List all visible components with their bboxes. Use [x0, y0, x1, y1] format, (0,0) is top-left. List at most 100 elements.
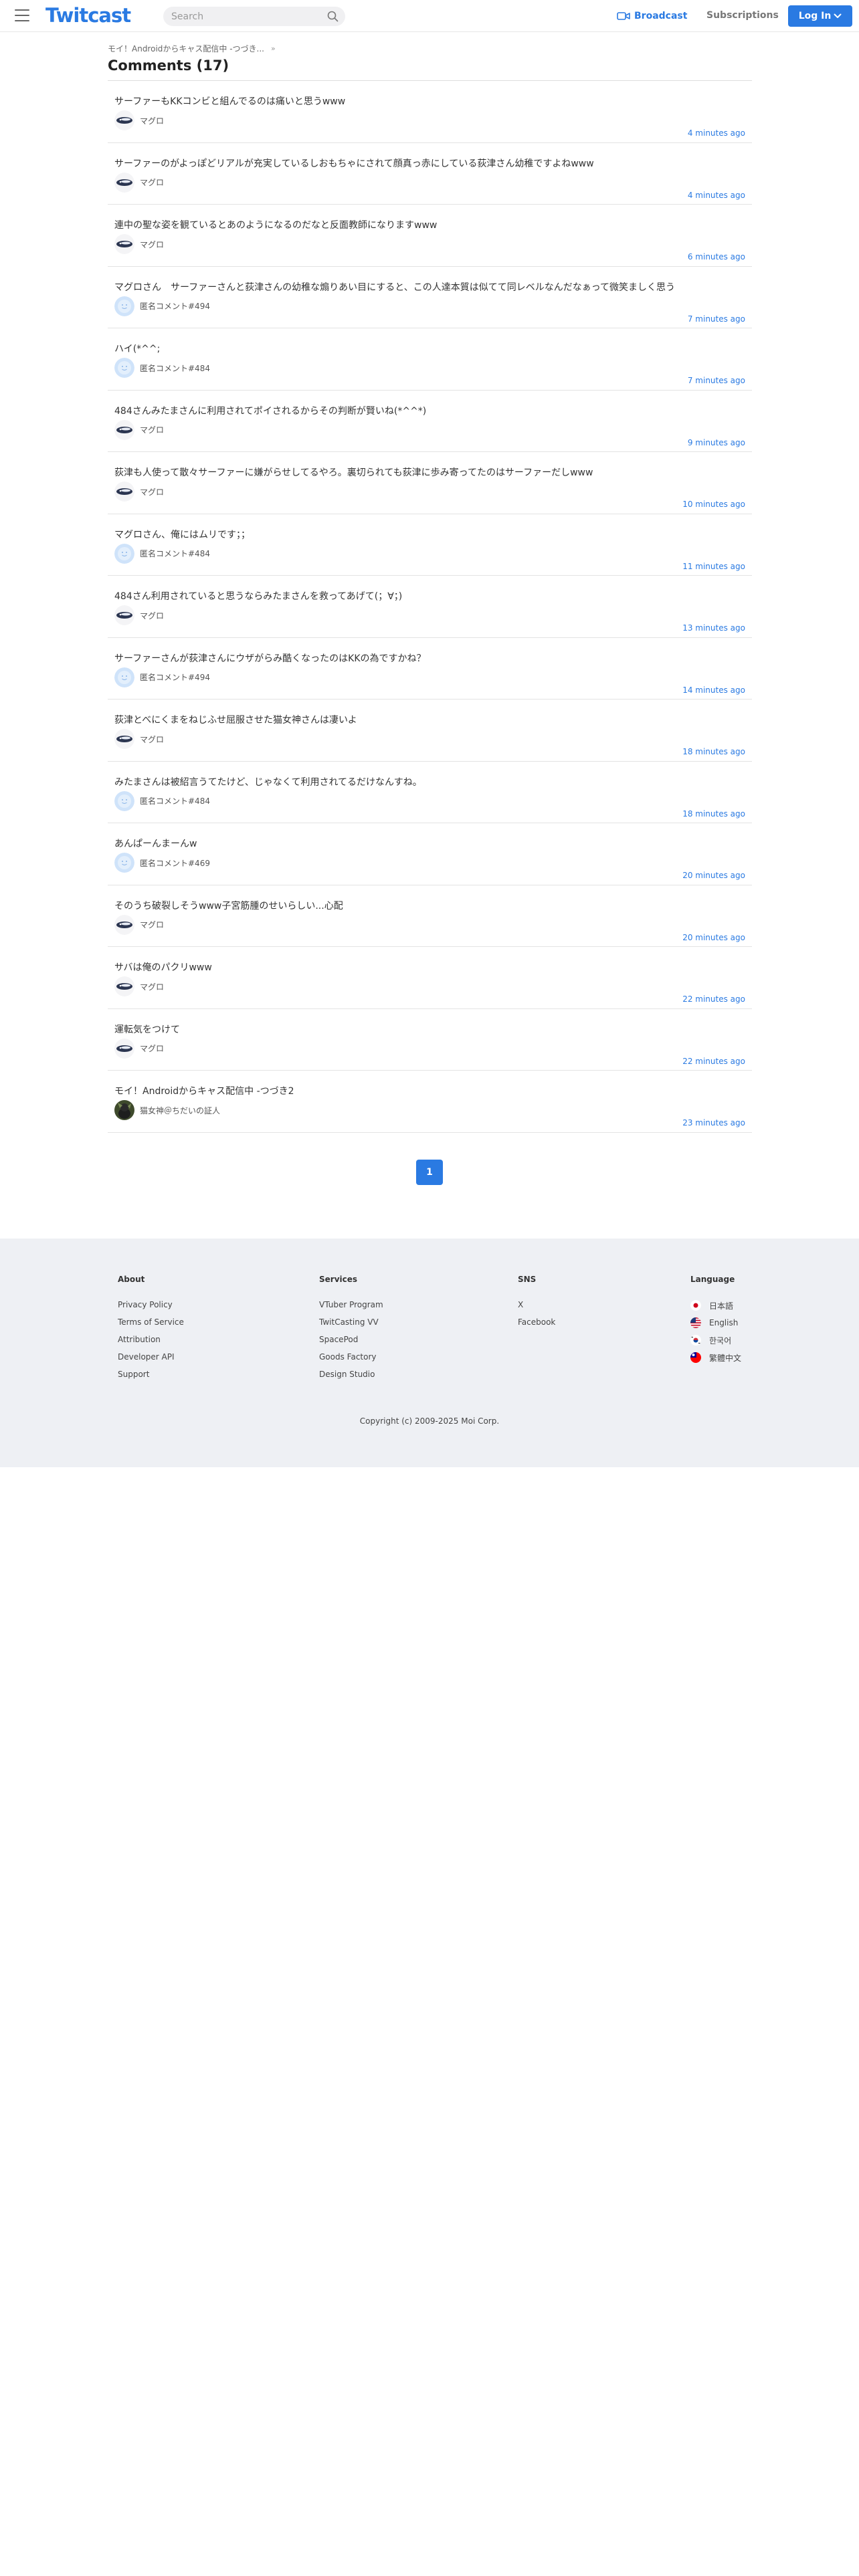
comment-timestamp[interactable]: 9 minutes ago [688, 438, 745, 447]
avatar[interactable] [114, 110, 134, 130]
footer-link-x[interactable]: X [518, 1300, 555, 1311]
comment-timestamp[interactable]: 4 minutes ago [688, 128, 745, 138]
comment-item: モイ！Androidからキャス配信中 -つづき2 猫女神＠ちだいの証人 23 min… [108, 1071, 752, 1133]
footer-language: Language 日本語 English 한국어 繁體中文 [690, 1275, 741, 1370]
avatar[interactable] [114, 296, 134, 316]
comment-user[interactable]: 匿名コメント#469 [114, 853, 210, 873]
avatar[interactable] [114, 605, 134, 625]
comment-user[interactable]: マグロ [114, 1038, 164, 1059]
comment-item: そのうち破裂しそうwww子宮筋腫のせいらしい...心配 マグロ 20 minutes… [108, 885, 752, 947]
comment-timestamp[interactable]: 6 minutes ago [688, 252, 745, 261]
footer-link[interactable]: Goods Factory [319, 1352, 383, 1363]
user-name[interactable]: 匿名コメント#484 [140, 362, 210, 374]
user-name[interactable]: マグロ [140, 115, 164, 126]
comment-timestamp[interactable]: 23 minutes ago [682, 1118, 745, 1128]
comment-user[interactable]: マグロ [114, 481, 164, 502]
footer-link[interactable]: Privacy Policy [118, 1300, 184, 1311]
comment-timestamp[interactable]: 20 minutes ago [682, 933, 745, 942]
comment-user[interactable]: マグロ [114, 729, 164, 749]
comment-user[interactable]: 匿名コメント#494 [114, 296, 210, 316]
footer-link[interactable]: Terms of Service [118, 1317, 184, 1328]
search-input[interactable] [171, 11, 318, 23]
avatar[interactable] [114, 667, 134, 687]
comment-text: 荻津とべにくまをねじふせ屈服させた猫女神さんは凄いよ [114, 715, 357, 726]
user-name[interactable]: 匿名コメント#494 [140, 671, 210, 683]
language-option-en[interactable]: English [690, 1317, 741, 1328]
avatar[interactable] [114, 358, 134, 378]
avatar[interactable] [114, 853, 134, 873]
comment-user[interactable]: 匿名コメント#494 [114, 667, 210, 687]
avatar[interactable] [114, 234, 134, 254]
comment-timestamp[interactable]: 14 minutes ago [682, 685, 745, 695]
comment-timestamp[interactable]: 22 minutes ago [682, 994, 745, 1004]
footer-link[interactable]: Design Studio [319, 1370, 383, 1380]
comment-user[interactable]: 匿名コメント#484 [114, 358, 210, 378]
comment-timestamp[interactable]: 18 minutes ago [682, 747, 745, 756]
comment-timestamp[interactable]: 4 minutes ago [688, 191, 745, 200]
language-option-ja[interactable]: 日本語 [690, 1300, 741, 1311]
comment-timestamp[interactable]: 22 minutes ago [682, 1057, 745, 1066]
user-name[interactable]: マグロ [140, 610, 164, 621]
comment-timestamp[interactable]: 7 minutes ago [688, 314, 745, 324]
avatar[interactable] [114, 1038, 134, 1059]
footer-link[interactable]: VTuber Program [319, 1300, 383, 1311]
user-name[interactable]: マグロ [140, 239, 164, 250]
breadcrumb-link[interactable]: モイ！Androidからキャス配信中 -つづき... [108, 43, 264, 54]
comment-user[interactable]: マグロ [114, 419, 164, 440]
avatar[interactable] [114, 790, 134, 811]
user-name[interactable]: 匿名コメント#494 [140, 300, 210, 312]
comment-user[interactable]: マグロ [114, 976, 164, 996]
footer-link[interactable]: Attribution [118, 1335, 184, 1346]
comment-user[interactable]: マグロ [114, 110, 164, 130]
comment-timestamp[interactable]: 11 minutes ago [682, 562, 745, 571]
user-name[interactable]: マグロ [140, 919, 164, 930]
footer-link[interactable]: TwitCasting VV [319, 1317, 383, 1328]
user-name[interactable]: マグロ [140, 177, 164, 188]
avatar[interactable] [114, 481, 134, 502]
comment-timestamp[interactable]: 18 minutes ago [682, 809, 745, 819]
comment-user[interactable]: 匿名コメント#484 [114, 543, 210, 564]
comment-timestamp[interactable]: 13 minutes ago [682, 623, 745, 633]
search-icon[interactable] [327, 11, 339, 22]
comment-timestamp[interactable]: 7 minutes ago [688, 376, 745, 385]
language-option-zh-tw[interactable]: 繁體中文 [690, 1352, 741, 1363]
user-name[interactable]: 匿名コメント#484 [140, 795, 210, 807]
user-name[interactable]: マグロ [140, 981, 164, 992]
user-name[interactable]: 匿名コメント#484 [140, 548, 210, 559]
user-name[interactable]: マグロ [140, 734, 164, 745]
avatar[interactable] [114, 976, 134, 996]
comment-timestamp[interactable]: 20 minutes ago [682, 871, 745, 880]
avatar[interactable] [114, 1100, 134, 1120]
user-name[interactable]: 匿名コメント#469 [140, 857, 210, 869]
footer-link-facebook[interactable]: Facebook [518, 1317, 555, 1328]
login-button[interactable]: Log In [788, 5, 852, 27]
comment-user[interactable]: マグロ [114, 172, 164, 193]
comment-user[interactable]: 猫女神＠ちだいの証人 [114, 1100, 220, 1120]
logo[interactable]: Twitcast [45, 4, 131, 27]
language-option-ko[interactable]: 한국어 [690, 1335, 741, 1346]
avatar[interactable] [114, 172, 134, 193]
subscriptions-link[interactable]: Subscriptions [706, 10, 779, 21]
footer-link[interactable]: Developer API [118, 1352, 184, 1363]
footer-link[interactable]: Support [118, 1370, 184, 1380]
broadcast-button[interactable]: Broadcast [617, 9, 687, 23]
user-name[interactable]: 猫女神＠ちだいの証人 [140, 1105, 220, 1116]
avatar[interactable] [114, 914, 134, 935]
user-name[interactable]: マグロ [140, 1043, 164, 1054]
menu-icon[interactable] [15, 9, 29, 21]
comment-user[interactable]: 匿名コメント#484 [114, 790, 210, 811]
page-1-button[interactable]: 1 [416, 1160, 443, 1185]
comment-user[interactable]: マグロ [114, 605, 164, 625]
search-box[interactable] [163, 7, 345, 26]
avatar[interactable] [114, 419, 134, 440]
footer-link[interactable]: SpacePod [319, 1335, 383, 1346]
avatar[interactable] [114, 543, 134, 564]
us-flag-icon [690, 1317, 701, 1328]
footer-sns-title: SNS [518, 1275, 537, 1284]
user-name[interactable]: マグロ [140, 486, 164, 498]
comment-timestamp[interactable]: 10 minutes ago [682, 500, 745, 509]
comment-user[interactable]: マグロ [114, 234, 164, 254]
comment-user[interactable]: マグロ [114, 914, 164, 935]
avatar[interactable] [114, 729, 134, 749]
user-name[interactable]: マグロ [140, 424, 164, 435]
